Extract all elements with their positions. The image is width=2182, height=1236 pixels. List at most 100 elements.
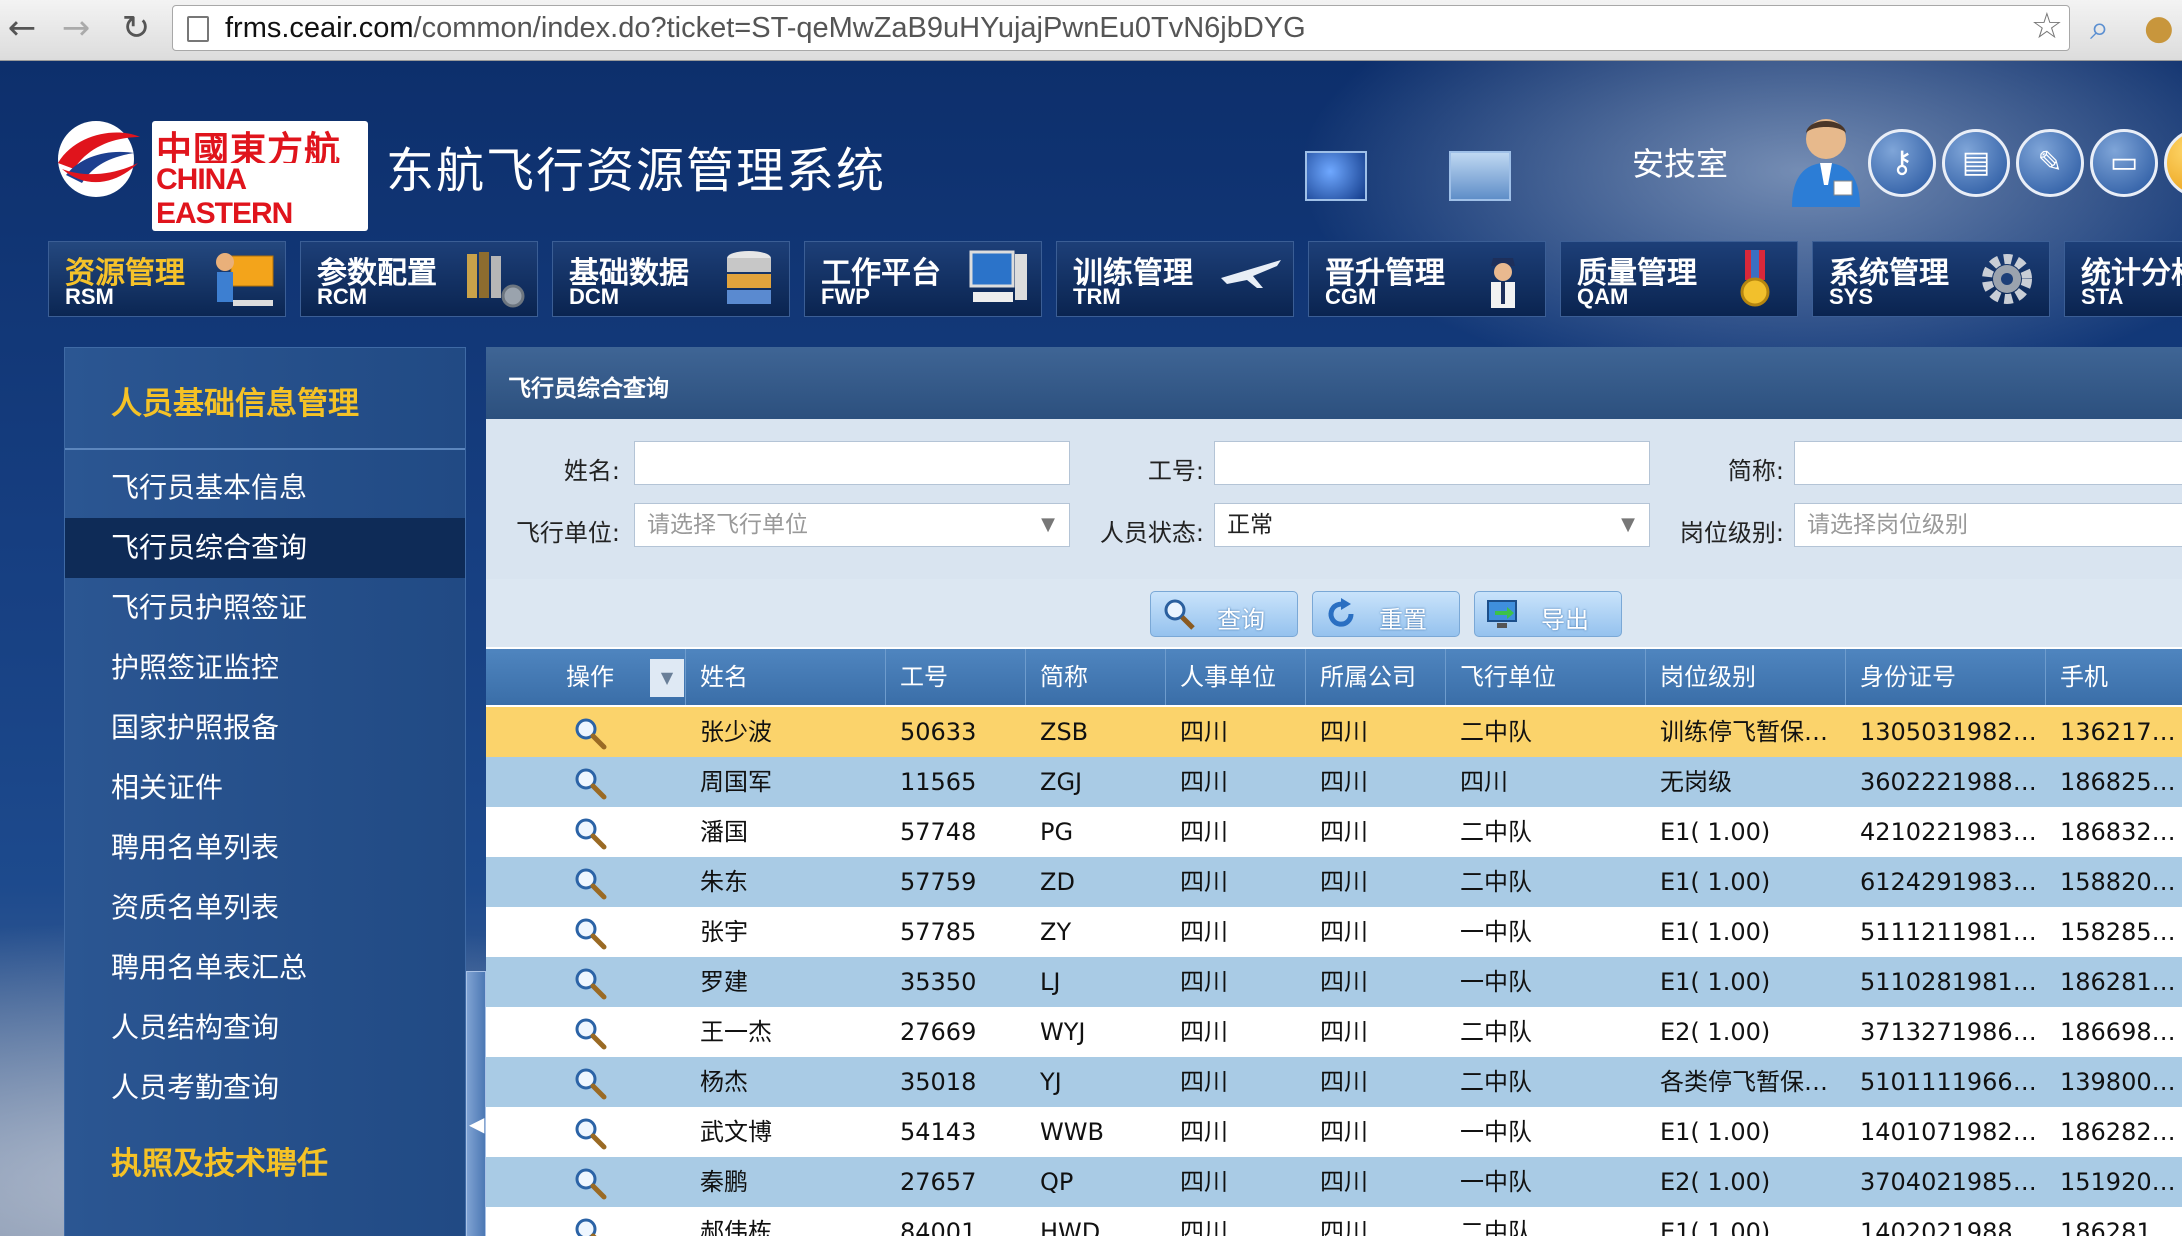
- column-header-hr-unit[interactable]: 人事单位: [1166, 649, 1306, 705]
- globe-theme-thumbnail[interactable]: [1305, 151, 1367, 201]
- sidebar-item[interactable]: 人员考勤查询: [65, 1058, 465, 1118]
- table-row[interactable]: 杨杰 35018 YJ 四川 四川 二中队 各类停飞暂保… 51011119660… 13980…: [486, 1057, 2182, 1107]
- view-detail-magnifier-icon[interactable]: [572, 1115, 608, 1151]
- refresh-icon: [1328, 598, 1354, 627]
- forward-arrow-icon[interactable]: →: [56, 8, 96, 48]
- table-row[interactable]: 王一杰 27669 WYJ 四川 四川 二中队 E2( 1.00) 37132719860… 1…: [486, 1007, 2182, 1057]
- sidebar-section-title[interactable]: 人员基础信息管理: [111, 378, 359, 423]
- column-header-abbr[interactable]: 简称: [1026, 649, 1166, 705]
- table-row[interactable]: 秦鹏 27657 QP 四川 四川 一中队 E2( 1.00) 37040219850… 151…: [486, 1157, 2182, 1207]
- sidebar-item[interactable]: 资质名单列表: [65, 878, 465, 938]
- id-card-icon[interactable]: ▭: [2090, 129, 2158, 197]
- column-header-mobile[interactable]: 手机: [2046, 649, 2182, 705]
- module-rcm[interactable]: 参数配置 RCM: [300, 241, 538, 317]
- sidebar-item[interactable]: 飞行员护照签证: [65, 578, 465, 638]
- module-cgm[interactable]: 晋升管理 CGM: [1308, 241, 1546, 317]
- module-dcm[interactable]: 基础数据 DCM: [552, 241, 790, 317]
- reset-label: 重置: [1379, 606, 1427, 634]
- extension-magnifier-icon[interactable]: ⌕: [2090, 8, 2109, 48]
- clipboard-edit-icon[interactable]: ✎: [2016, 129, 2084, 197]
- cell-hr-unit: 四川: [1180, 818, 1228, 846]
- extension-cookie-icon[interactable]: ●: [2144, 8, 2174, 48]
- document-settings-icon[interactable]: ▤: [1942, 129, 2010, 197]
- module-rsm[interactable]: 资源管理 RSM: [48, 241, 286, 317]
- view-detail-magnifier-icon[interactable]: [572, 1065, 608, 1101]
- sidebar-collapse-handle[interactable]: ◀: [466, 971, 486, 1236]
- column-header-empno[interactable]: 工号: [886, 649, 1026, 705]
- level-select[interactable]: 请选择岗位级别: [1794, 503, 2182, 547]
- table-row[interactable]: 朱东 57759 ZD 四川 四川 二中队 E1( 1.00) 61242919831… 158…: [486, 857, 2182, 907]
- cell-company: 四川: [1320, 918, 1368, 946]
- view-detail-magnifier-icon[interactable]: [572, 765, 608, 801]
- table-row[interactable]: 武文博 54143 WWB 四川 四川 一中队 E1( 1.00) 14010719821… 1…: [486, 1107, 2182, 1157]
- sidebar-item[interactable]: 飞行员基本信息: [65, 458, 465, 518]
- view-detail-magnifier-icon[interactable]: [572, 1215, 608, 1236]
- cell-mobile: 186698026: [2060, 1018, 2182, 1046]
- module-code: RCM: [317, 284, 368, 309]
- address-bar[interactable]: frms.ceair.com/common/index.do?ticket=ST…: [172, 5, 2070, 51]
- table-row[interactable]: 周国军 11565 ZGJ 四川 四川 四川 无岗级 36022219881… 18682569…: [486, 757, 2182, 807]
- column-header-level[interactable]: 岗位级别: [1646, 649, 1846, 705]
- table-row[interactable]: 张少波 50633 ZSB 四川 四川 二中队 训练停飞暂保… 13050319820… 136…: [486, 707, 2182, 757]
- module-code: SYS: [1829, 284, 1874, 309]
- back-arrow-icon[interactable]: ←: [2, 8, 42, 48]
- reload-icon[interactable]: ↻: [116, 8, 156, 48]
- level-label: 岗位级别:: [1679, 519, 1784, 547]
- column-header-name[interactable]: 姓名: [686, 649, 886, 705]
- column-header-id-number[interactable]: 身份证号: [1846, 649, 2046, 705]
- view-detail-magnifier-icon[interactable]: [572, 1165, 608, 1201]
- cell-hr-unit: 四川: [1180, 868, 1228, 896]
- sidebar-item[interactable]: 护照签证监控: [65, 638, 465, 698]
- key-icon[interactable]: ⚷: [1868, 129, 1936, 197]
- query-button[interactable]: 查询: [1150, 591, 1298, 637]
- abbr-input[interactable]: [1794, 441, 2182, 485]
- column-menu-chevron-icon[interactable]: ▼: [650, 659, 684, 697]
- sidebar-item-active[interactable]: 飞行员综合查询: [65, 518, 465, 578]
- table-row[interactable]: 张宇 57785 ZY 四川 四川 一中队 E1( 1.00) 51112119810… 158…: [486, 907, 2182, 957]
- logo-english-text: CHINA EASTERN: [152, 163, 368, 231]
- reset-button[interactable]: 重置: [1312, 591, 1460, 637]
- cell-level: E2( 1.00): [1660, 1018, 1771, 1046]
- sidebar-item[interactable]: 聘用名单列表: [65, 818, 465, 878]
- sidebar-section-title[interactable]: 执照及技术聘任: [111, 1138, 328, 1183]
- column-header-company[interactable]: 所属公司: [1306, 649, 1446, 705]
- unit-select[interactable]: 请选择飞行单位 ▼: [634, 503, 1070, 547]
- column-header-flight-unit[interactable]: 飞行单位: [1446, 649, 1646, 705]
- view-detail-magnifier-icon[interactable]: [572, 865, 608, 901]
- module-fwp[interactable]: 工作平台 FWP: [804, 241, 1042, 317]
- cell-company: 四川: [1320, 1068, 1368, 1096]
- chevron-down-icon[interactable]: ▼: [1041, 504, 1055, 546]
- bookmark-star-icon[interactable]: ☆: [2031, 6, 2063, 47]
- status-select[interactable]: 正常 ▼: [1214, 503, 1650, 547]
- view-detail-magnifier-icon[interactable]: [572, 715, 608, 751]
- module-qam[interactable]: 质量管理 QAM: [1560, 241, 1798, 317]
- table-row[interactable]: 郝伟栋 84001 HWD 四川 四川 二中队 E1( 1.00) 14020219880… 1…: [486, 1207, 2182, 1236]
- view-detail-magnifier-icon[interactable]: [572, 965, 608, 1001]
- chevron-down-icon[interactable]: ▼: [1621, 504, 1635, 546]
- sky-theme-thumbnail[interactable]: [1449, 151, 1511, 201]
- sidebar-item[interactable]: 相关证件: [65, 758, 465, 818]
- table-row[interactable]: 罗建 35350 LJ 四川 四川 一中队 E1( 1.00) 51102819810… 186…: [486, 957, 2182, 1007]
- view-detail-magnifier-icon[interactable]: [572, 915, 608, 951]
- sidebar-item[interactable]: 聘用名单表汇总: [65, 938, 465, 998]
- sidebar-item[interactable]: 人员结构查询: [65, 998, 465, 1058]
- user-avatar-icon[interactable]: [1786, 111, 1866, 207]
- cell-flight-unit: 一中队: [1460, 918, 1532, 946]
- name-input[interactable]: [634, 441, 1070, 485]
- view-detail-magnifier-icon[interactable]: [572, 815, 608, 851]
- sidebar-item[interactable]: 国家护照报备: [65, 698, 465, 758]
- grid-header: 操作 ▼ 姓名 工号 简称 人事单位 所属公司 飞行单位 岗位级别 身份证号 手…: [486, 649, 2182, 705]
- table-row[interactable]: 潘国 57748 PG 四川 四川 二中队 E1( 1.00) 42102219831… 186…: [486, 807, 2182, 857]
- view-detail-magnifier-icon[interactable]: [572, 1015, 608, 1051]
- empno-input[interactable]: [1214, 441, 1650, 485]
- export-button[interactable]: 导出: [1474, 591, 1622, 637]
- cell-level: E1( 1.00): [1660, 1118, 1771, 1146]
- module-sys[interactable]: 系统管理 SYS: [1812, 241, 2050, 317]
- cell-name: 郝伟栋: [700, 1218, 772, 1236]
- module-trm[interactable]: 训练管理 TRM: [1056, 241, 1294, 317]
- cell-level: E1( 1.00): [1660, 968, 1771, 996]
- power-icon[interactable]: ⏻: [2164, 129, 2182, 197]
- module-sta[interactable]: 统计分析 STA: [2064, 241, 2182, 317]
- swallow-logo-icon: [58, 121, 140, 197]
- cell-company: 四川: [1320, 968, 1368, 996]
